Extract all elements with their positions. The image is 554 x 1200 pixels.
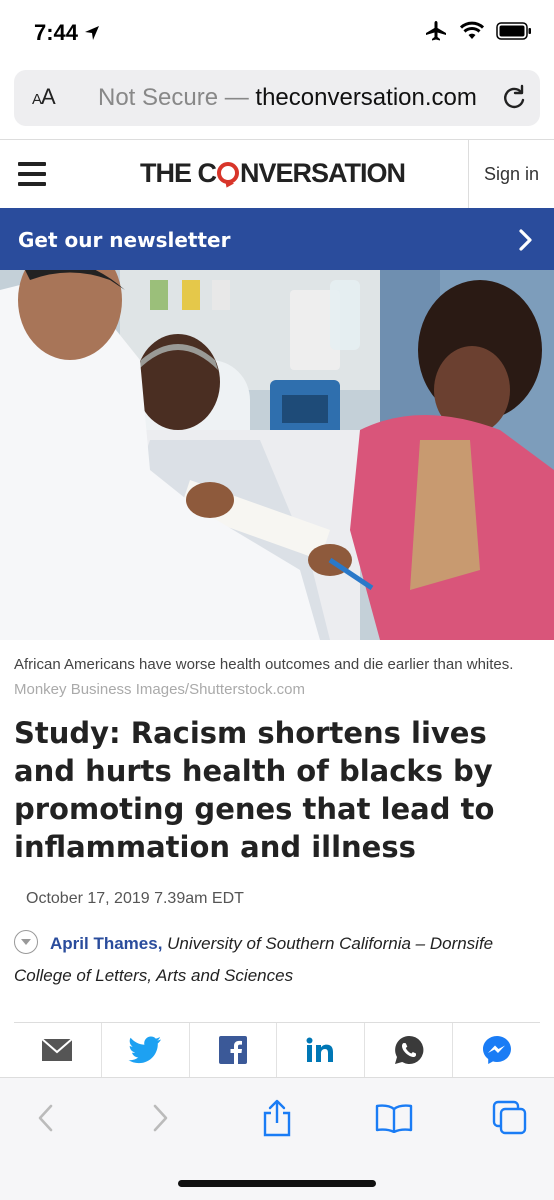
wifi-icon <box>460 21 484 39</box>
share-icon <box>263 1099 291 1137</box>
home-indicator[interactable] <box>178 1180 376 1187</box>
back-button[interactable] <box>22 1096 70 1140</box>
hospital-scene-illustration <box>0 270 554 640</box>
share-email-button[interactable] <box>14 1023 102 1077</box>
reload-button[interactable] <box>500 84 528 117</box>
author-name[interactable]: April Thames, <box>50 934 162 953</box>
status-bar: 7:44 <box>0 0 554 62</box>
forward-button[interactable] <box>136 1096 184 1140</box>
article-headline: Study: Racism shortens lives and hurts h… <box>14 716 495 864</box>
linkedin-icon <box>306 1037 333 1062</box>
newsletter-label: Get our newsletter <box>18 228 231 252</box>
messenger-icon <box>482 1036 511 1064</box>
site-header: THE C NVERSATION Sign in <box>0 140 554 208</box>
address-bar[interactable]: AA Not Secure — theconversation.com <box>14 70 540 126</box>
logo-speech-bubble-icon <box>217 162 239 184</box>
status-time: 7:44 <box>34 20 100 46</box>
chevron-right-icon <box>519 229 532 251</box>
sign-in-button[interactable]: Sign in <box>468 140 554 208</box>
tabs-button[interactable] <box>486 1096 534 1140</box>
image-credit[interactable]: Monkey Business Images/Shutterstock.com <box>14 681 305 698</box>
share-facebook-button[interactable] <box>190 1023 278 1077</box>
caption-text: African Americans have worse health outc… <box>14 656 514 673</box>
hero-image <box>0 270 554 640</box>
security-label: Not Secure <box>98 84 219 111</box>
chevron-right-icon <box>153 1104 168 1132</box>
logo-text-end: NVERSATION <box>240 158 406 188</box>
airplane-icon <box>426 21 446 41</box>
reload-icon <box>504 84 525 109</box>
menu-button[interactable] <box>18 162 46 186</box>
tabs-icon <box>492 1100 527 1135</box>
battery-icon <box>496 22 531 40</box>
email-icon <box>41 1038 74 1061</box>
text-size-button[interactable]: AA <box>32 84 56 110</box>
site-logo[interactable]: THE C NVERSATION <box>140 158 406 189</box>
address-text[interactable]: Not Secure — theconversation.com <box>98 84 477 112</box>
host-label: theconversation.com <box>255 84 477 111</box>
menu-bar <box>18 172 46 176</box>
whatsapp-icon <box>394 1035 424 1064</box>
share-linkedin-button[interactable] <box>277 1023 366 1077</box>
image-caption: African Americans have worse health outc… <box>14 652 540 702</box>
facebook-icon <box>219 1036 248 1064</box>
author-expand-icon[interactable] <box>14 930 38 954</box>
share-messenger-button[interactable] <box>453 1023 540 1077</box>
share-whatsapp-button[interactable] <box>365 1023 454 1077</box>
publish-date: October 17, 2019 7.39am EDT <box>26 890 244 907</box>
share-bar <box>14 1023 540 1077</box>
share-button[interactable] <box>253 1096 301 1140</box>
logo-text-start: THE C <box>140 158 217 188</box>
address-separator: — <box>218 84 256 111</box>
book-icon <box>375 1104 413 1133</box>
location-arrow-icon <box>85 26 100 40</box>
chevron-left-icon <box>38 1104 53 1132</box>
share-twitter-button[interactable] <box>102 1023 190 1077</box>
menu-bar <box>18 182 46 186</box>
menu-bar <box>18 162 46 166</box>
bookmarks-button[interactable] <box>370 1096 418 1140</box>
twitter-icon <box>128 1036 162 1064</box>
newsletter-banner[interactable]: Get our newsletter <box>0 208 554 270</box>
sign-in-label: Sign in <box>483 163 540 184</box>
time-text: 7:44 <box>34 20 79 45</box>
author-line: April Thames, University of Southern Cal… <box>14 928 540 992</box>
